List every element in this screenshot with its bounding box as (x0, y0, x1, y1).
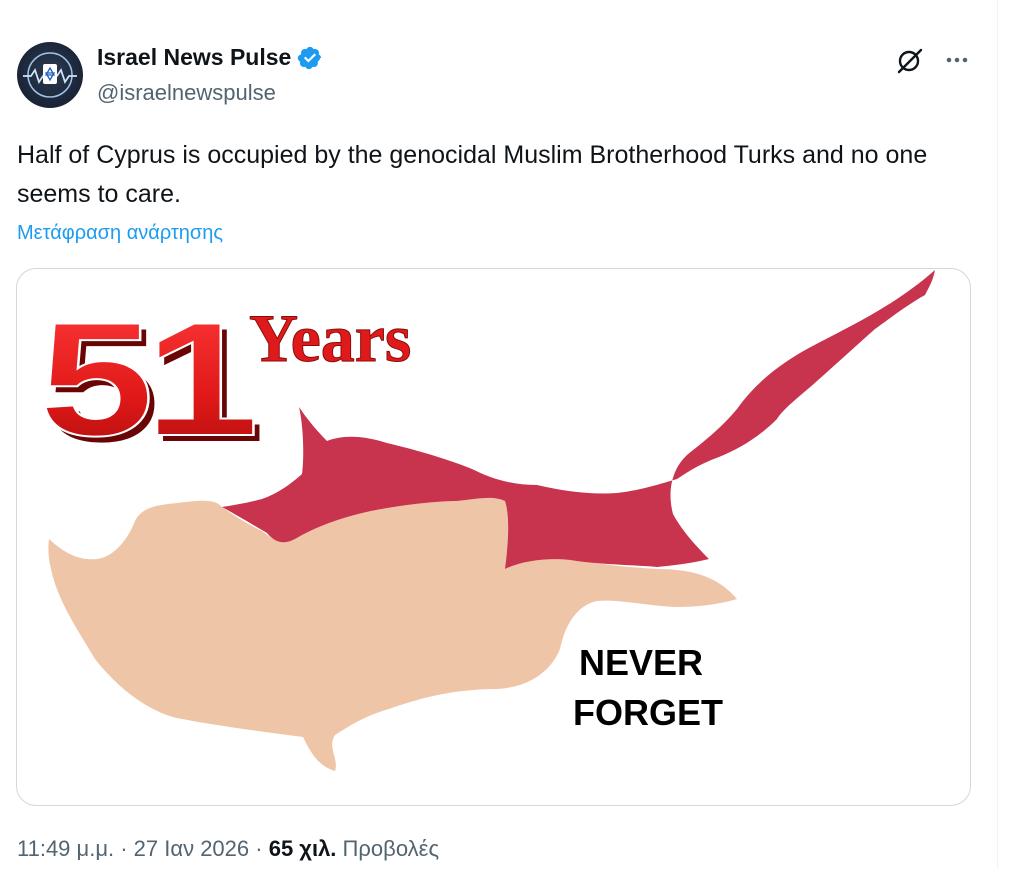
verified-badge-icon (298, 46, 322, 69)
views-count: 65 χιλ. (268, 836, 337, 861)
tweet-meta: 11:49 μ.μ. · 27 Ιαν 2026 · 65 χιλ. Προβο… (17, 836, 439, 862)
avatar-logo-icon (23, 52, 77, 98)
forget-label: FORGET (573, 692, 723, 733)
grok-icon (897, 48, 923, 74)
years-label: Years (249, 300, 411, 376)
tweet-media-image[interactable]: 51 51 Years NEVER FORGET (16, 268, 971, 806)
avatar[interactable] (17, 42, 83, 108)
views-label: Προβολές (336, 836, 440, 861)
meta-separator: · (114, 836, 134, 861)
timeline-border (997, 0, 998, 869)
translate-post-link[interactable]: Μετάφραση ανάρτησης (17, 222, 223, 245)
tweet-time[interactable]: 11:49 μ.μ. (17, 836, 114, 861)
tweet-text: Half of Cyprus is occupied by the genoci… (17, 141, 928, 208)
never-label: NEVER (579, 642, 703, 683)
more-options-button[interactable] (940, 44, 974, 78)
meta-separator: · (249, 836, 269, 861)
grok-button[interactable] (893, 44, 927, 78)
more-icon (946, 57, 968, 63)
number-51: 51 (39, 289, 254, 470)
tweet-date[interactable]: 27 Ιαν 2026 (134, 836, 249, 861)
author-name-row[interactable]: Israel News Pulse (97, 44, 323, 71)
cyprus-map-graphic: 51 51 Years NEVER FORGET (38, 270, 935, 771)
author-handle[interactable]: @israelnewspulse (97, 80, 276, 106)
display-name[interactable]: Israel News Pulse (97, 44, 291, 71)
